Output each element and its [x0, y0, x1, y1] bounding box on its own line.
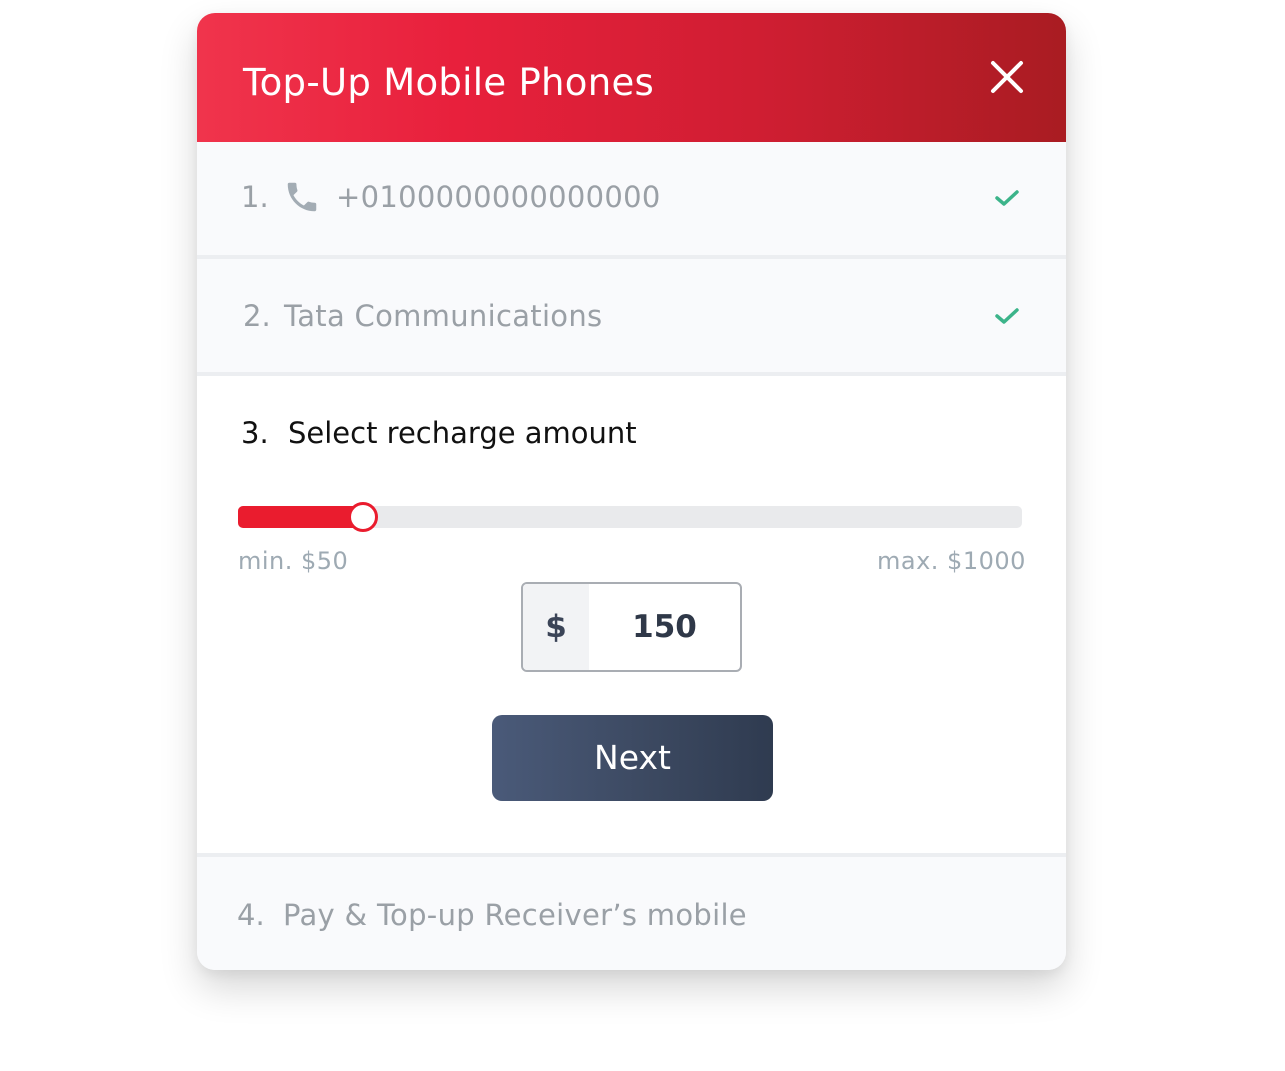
next-button[interactable]: Next	[492, 715, 773, 801]
step-operator[interactable]: 2. Tata Communications	[197, 259, 1066, 372]
max-amount-label: max. $1000	[877, 547, 1026, 575]
slider-fill	[238, 506, 363, 528]
step-number: 2.	[243, 299, 271, 333]
step-number: 1.	[241, 180, 269, 214]
min-amount-label: min. $50	[238, 547, 349, 575]
step-number: 3.	[241, 416, 269, 450]
phone-icon	[283, 178, 321, 216]
slider-thumb[interactable]	[348, 502, 378, 532]
close-icon	[991, 61, 1023, 93]
currency-symbol: $	[523, 584, 589, 670]
check-icon	[995, 190, 1019, 206]
check-icon	[995, 308, 1019, 324]
payment-step-label: Pay & Top-up Receiver’s mobile	[283, 898, 747, 932]
step-recharge-amount: 3. Select recharge amount min. $50 max. …	[197, 376, 1066, 853]
topup-dialog: Top-Up Mobile Phones 1. +010000000000000…	[197, 13, 1066, 970]
phone-number-value: +0100000000000000	[336, 180, 661, 214]
operator-value: Tata Communications	[284, 299, 603, 333]
step-number: 4.	[237, 898, 265, 932]
close-button[interactable]	[987, 57, 1027, 97]
step-phone-number[interactable]: 1. +0100000000000000	[197, 142, 1066, 255]
step-payment[interactable]: 4. Pay & Top-up Receiver’s mobile	[197, 857, 1066, 970]
dialog-header: Top-Up Mobile Phones	[197, 13, 1066, 142]
dialog-title: Top-Up Mobile Phones	[243, 61, 655, 104]
step-title: Select recharge amount	[288, 416, 637, 450]
amount-slider[interactable]	[238, 502, 1022, 532]
amount-input[interactable]	[589, 584, 740, 670]
amount-field: $	[521, 582, 742, 672]
